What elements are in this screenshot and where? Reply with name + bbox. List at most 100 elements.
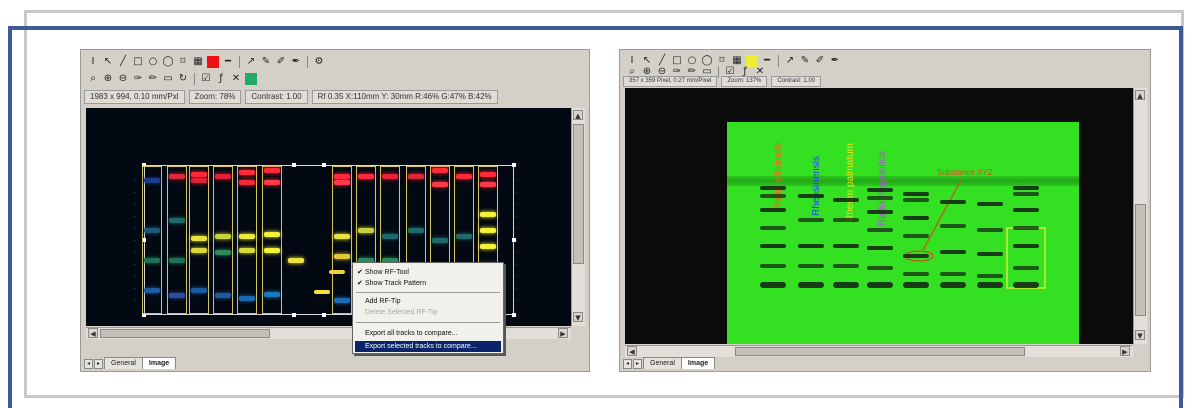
rf-scale-tick: - [516, 202, 518, 208]
figure-page: I ↖ ╱ □ ○ ◯ ⌑ ▦ ━ ↗ ✎ ✐ ✒ ⚙ ⌕ ⊕ ⊖ ✑ ✏ ▭ … [0, 0, 1194, 408]
menu-item-show-rf-tool[interactable]: ✔ Show RF-Tool [355, 267, 501, 278]
right-plate-canvas[interactable]: Radix officinale Rheosinensis Rheum palm… [625, 88, 1133, 344]
rf-scale-tick: - [134, 238, 136, 244]
scroll-thumb[interactable] [735, 347, 1025, 356]
selection-handle[interactable] [292, 163, 296, 167]
tab-prev-icon[interactable]: ◂ [623, 359, 632, 369]
right-software-window: I ↖ ╱ □ ○ ◯ ⌑ ▦ ━ ↗ ✎ ✐ ✒ ⌕ ⊕ ⊖ ✑ ✏ ▭ ☑ … [619, 49, 1151, 372]
selection-handle[interactable] [292, 313, 296, 317]
lane-tool-icon[interactable]: ▭ [162, 73, 174, 85]
track-band [432, 168, 448, 173]
track-band [358, 174, 374, 179]
tab-next-icon[interactable]: ▸ [94, 359, 103, 369]
track-band [480, 212, 496, 217]
selection-handle[interactable] [322, 313, 326, 317]
scroll-left-icon[interactable]: ◀ [88, 328, 98, 338]
rf-tool-icon[interactable]: ƒ [215, 73, 227, 85]
menu-item-show-track-pattern[interactable]: ✔ Show Track Pattern [355, 278, 501, 289]
pen-tool-icon[interactable]: ✎ [260, 56, 272, 68]
track-band [456, 234, 472, 239]
plate-band [798, 282, 824, 288]
track-band [215, 293, 231, 298]
rf-scale-tick: - [134, 190, 136, 196]
left-sheet-tabs: ◂ ▸ General Image [84, 356, 177, 369]
tab-image[interactable]: Image [680, 357, 716, 369]
tab-prev-icon[interactable]: ◂ [84, 359, 93, 369]
scroll-thumb[interactable] [100, 329, 270, 338]
line-width-icon[interactable]: ━ [222, 56, 234, 68]
toolbar-separator [194, 72, 195, 85]
ellipse-tool-icon[interactable]: ◯ [162, 56, 174, 68]
checkbox-icon[interactable]: ☑ [200, 73, 212, 85]
left-vertical-scrollbar[interactable]: ▲ ▼ [571, 108, 585, 326]
grid-icon[interactable] [245, 72, 257, 85]
text-cursor-icon[interactable]: I [87, 56, 99, 68]
track-band [169, 174, 185, 179]
scroll-up-icon[interactable]: ▲ [573, 110, 583, 120]
tab-next-icon[interactable]: ▸ [633, 359, 642, 369]
track-band [239, 234, 255, 239]
color-swatch-icon[interactable] [207, 55, 219, 68]
selection-handle[interactable] [512, 163, 516, 167]
tab-image[interactable]: Image [141, 357, 177, 369]
brush-tool-icon[interactable]: ✐ [275, 56, 287, 68]
track-band [334, 234, 350, 239]
selection-handle[interactable] [322, 163, 326, 167]
tab-general[interactable]: General [104, 357, 143, 369]
menu-item-export-all-tracks[interactable]: Export all tracks to compare... [355, 328, 501, 339]
scroll-thumb[interactable] [1135, 204, 1146, 316]
rf-scale-tick: - [516, 190, 518, 196]
plate-band [833, 264, 859, 268]
tab-general[interactable]: General [643, 357, 682, 369]
tool-options-icon[interactable]: ⚙ [313, 56, 325, 68]
scroll-up-icon[interactable]: ▲ [1135, 90, 1145, 100]
zoom-out-icon[interactable]: ⊖ [117, 73, 129, 85]
track-band [169, 293, 185, 298]
zoom-in-icon[interactable]: ⊕ [102, 73, 114, 85]
cancel-icon[interactable]: ✕ [230, 73, 242, 85]
plate-band [760, 186, 786, 190]
arrow-tool-icon[interactable]: ↗ [245, 56, 257, 68]
plate-band [760, 194, 786, 198]
scroll-down-icon[interactable]: ▼ [573, 312, 583, 322]
track-band [239, 170, 255, 175]
polygon-tool-icon[interactable]: ⌑ [177, 56, 189, 68]
plate-band [903, 192, 929, 196]
plate-band [940, 200, 966, 204]
track-band [191, 172, 207, 177]
green-tlc-plate: Radix officinale Rheosinensis Rheum palm… [727, 122, 1079, 344]
circle-tool-icon[interactable]: ○ [147, 56, 159, 68]
selection-handle[interactable] [512, 313, 516, 317]
check-icon: ✔ [357, 268, 363, 276]
rectangle-tool-icon[interactable]: □ [132, 56, 144, 68]
scroll-thumb[interactable] [573, 124, 584, 264]
menu-item-delete-rf-tip[interactable]: Delete Selected RF-Tip [355, 307, 501, 318]
plate-band [867, 196, 893, 200]
menu-item-export-selected-tracks[interactable]: Export selected tracks to compare... [355, 341, 501, 352]
zoom-status: Zoom: 137% [721, 76, 768, 87]
pointer-icon[interactable]: ↖ [102, 56, 114, 68]
fill-icon[interactable]: ▦ [192, 56, 204, 68]
scroll-left-icon[interactable]: ◀ [627, 346, 637, 356]
scroll-right-icon[interactable]: ▶ [1120, 346, 1130, 356]
plate-band [760, 282, 786, 288]
track-band [239, 180, 255, 185]
marker-tool-icon[interactable]: ✒ [290, 56, 302, 68]
menu-item-add-rf-tip[interactable]: Add RF-Tip [355, 296, 501, 307]
plate-band [977, 252, 1003, 256]
rf-status: Rf 0.35 X:110mm Y: 30mm R:46% G:47% B:42… [311, 90, 498, 104]
track-band [264, 248, 280, 253]
pencil-icon[interactable]: ✏ [147, 73, 159, 85]
scroll-right-icon[interactable]: ▶ [558, 328, 568, 338]
rotate-icon[interactable]: ↻ [177, 73, 189, 85]
plate-band [977, 274, 1003, 278]
line-tool-icon[interactable]: ╱ [117, 56, 129, 68]
zoom-icon[interactable]: ⌕ [87, 73, 99, 85]
right-vertical-scrollbar[interactable]: ▲ ▼ [1133, 88, 1147, 344]
track-band [382, 234, 398, 239]
eyedropper-icon[interactable]: ✑ [132, 73, 144, 85]
rf-scale-tick: - [516, 226, 518, 232]
scroll-down-icon[interactable]: ▼ [1135, 330, 1145, 340]
track-band [144, 228, 160, 233]
track-band [169, 258, 185, 263]
